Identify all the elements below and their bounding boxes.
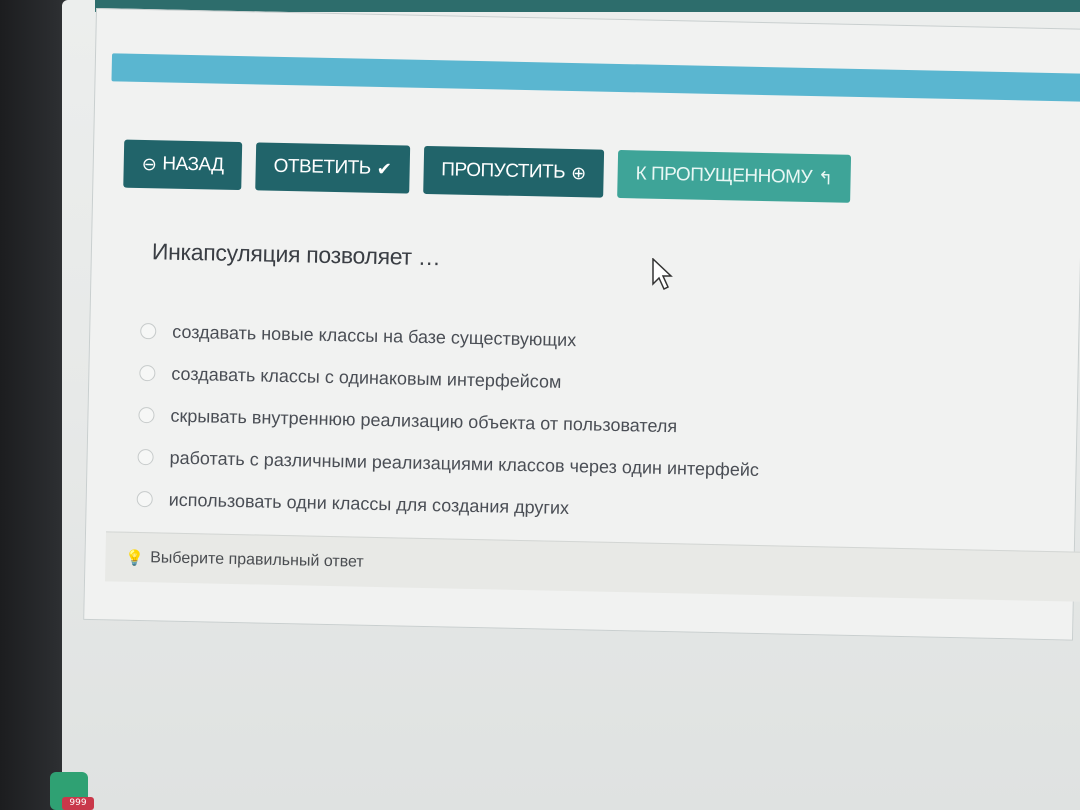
notification-badge: 999	[62, 797, 94, 810]
check-icon: ✔	[376, 158, 392, 180]
radio-button[interactable]	[138, 406, 155, 424]
hint-bar: 💡 Выберите правильный ответ	[104, 531, 1080, 603]
answer-option-label: создавать новые классы на базе существую…	[172, 321, 577, 350]
radio-button[interactable]	[140, 322, 157, 340]
answer-option-label: создавать классы с одинаковым интерфейсо…	[171, 363, 562, 392]
skip-button[interactable]: ПРОПУСТИТЬ ⊕	[422, 145, 605, 198]
reply-arrow-icon: ↰	[817, 168, 833, 189]
hint-text: Выберите правильный ответ	[150, 548, 364, 571]
mouse-cursor-icon	[652, 258, 673, 291]
answer-option-label: скрывать внутреннюю реализацию объекта о…	[170, 405, 678, 436]
answer-options: создавать новые классы на базе существую…	[136, 310, 940, 537]
lightbulb-icon: 💡	[125, 549, 145, 567]
radio-button[interactable]	[139, 364, 156, 382]
answer-option-label: работать с различными реализациями класс…	[169, 447, 760, 480]
quiz-toolbar: ⊖ НАЗАД ОТВЕТИТЬ ✔ ПРОПУСТИТЬ ⊕ К ПРОПУЩ…	[123, 139, 852, 203]
skip-button-label: ПРОПУСТИТЬ	[441, 159, 566, 183]
to-skipped-button[interactable]: К ПРОПУЩЕННОМУ ↰	[617, 149, 852, 203]
radio-button[interactable]	[136, 490, 153, 508]
back-button-label: НАЗАД	[162, 153, 224, 176]
circle-right-icon: ⊕	[570, 162, 586, 184]
progress-bar	[111, 53, 1080, 102]
question-text: Инкапсуляция позволяет …	[151, 238, 441, 271]
to-skipped-button-label: К ПРОПУЩЕННОМУ	[635, 163, 813, 189]
answer-button[interactable]: ОТВЕТИТЬ ✔	[255, 142, 410, 194]
quiz-card: ⊖ НАЗАД ОТВЕТИТЬ ✔ ПРОПУСТИТЬ ⊕ К ПРОПУЩ…	[83, 8, 1080, 641]
back-button[interactable]: ⊖ НАЗАД	[123, 139, 243, 191]
radio-button[interactable]	[137, 448, 154, 466]
answer-option-label: использовать одни классы для создания др…	[168, 489, 570, 518]
circle-left-icon: ⊖	[141, 153, 157, 175]
answer-button-label: ОТВЕТИТЬ	[273, 155, 371, 179]
